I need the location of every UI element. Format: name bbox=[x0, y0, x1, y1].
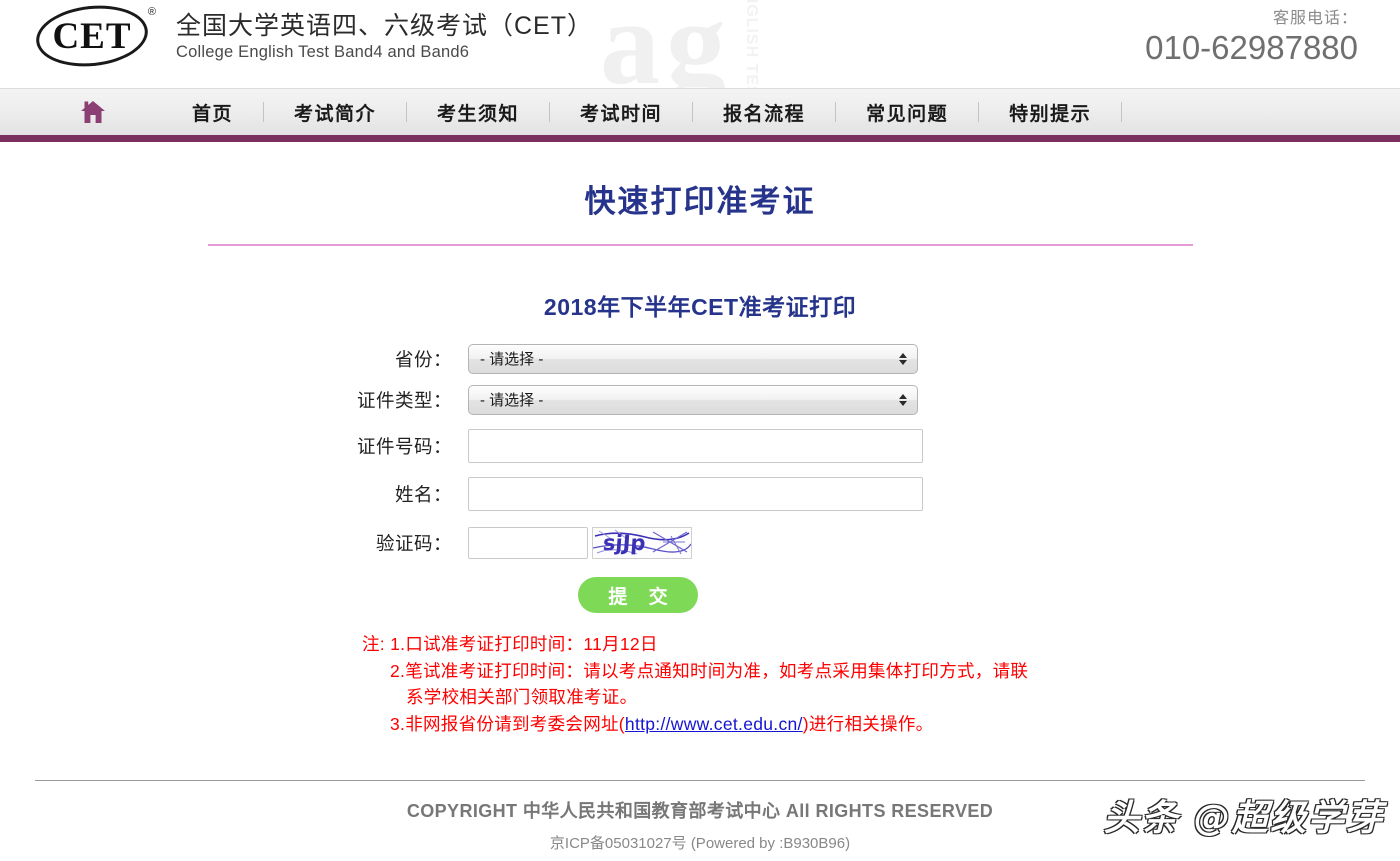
captcha-text: sjJp bbox=[602, 531, 647, 555]
id-type-label: 证件类型： bbox=[356, 390, 452, 411]
admission-ticket-form: 省份： - 请选择 - 证件类型： - 请选择 - 证件号码： 姓名： 验证码：… bbox=[0, 344, 1400, 613]
id-type-control: - 请选择 - bbox=[468, 385, 918, 415]
nav-item-faq[interactable]: 常见问题 bbox=[836, 99, 978, 126]
nav-accent-bar bbox=[0, 135, 1400, 142]
cet-logo: CET ® bbox=[33, 0, 158, 72]
province-label: 省份： bbox=[394, 349, 452, 370]
site-title-cn: 全国大学英语四、六级考试（CET） bbox=[176, 11, 594, 40]
logo-text: CET bbox=[52, 15, 132, 57]
form-row-name: 姓名： bbox=[0, 477, 1400, 511]
image-watermark: 头条 @超级学芽 bbox=[1103, 798, 1384, 839]
home-icon[interactable] bbox=[78, 97, 108, 127]
header-background-watermark: ag ENGLISH TEST bbox=[600, 0, 1160, 88]
cet-website-link[interactable]: http://www.cet.edu.cn/ bbox=[625, 714, 803, 734]
province-control: - 请选择 - bbox=[468, 344, 918, 374]
submit-spacer bbox=[0, 577, 468, 613]
nav-item-registration-process[interactable]: 报名流程 bbox=[693, 99, 835, 126]
main-navigation: 首页 考试简介 考生须知 考试时间 报名流程 常见问题 特别提示 bbox=[0, 88, 1400, 135]
captcha-input[interactable] bbox=[468, 527, 588, 559]
note-line-3: 3.非网报省份请到考委会网址(http://www.cet.edu.cn/)进行… bbox=[362, 711, 1400, 738]
captcha-control: sjJp bbox=[468, 527, 692, 559]
nav-item-special-tips[interactable]: 特别提示 bbox=[979, 99, 1121, 126]
title-divider bbox=[207, 244, 1193, 246]
note-line-3-prefix: 3.非网报省份请到考委会网址( bbox=[390, 713, 625, 734]
notes-block: 注: 1.口试准考证打印时间：11月12日 2.笔试准考证打印时间：请以考点通知… bbox=[0, 631, 1400, 737]
site-header: ag ENGLISH TEST CET ® 全国大学英语四、六级考试（CET） … bbox=[0, 0, 1400, 88]
id-number-input[interactable] bbox=[468, 429, 923, 463]
form-row-submit: 提 交 bbox=[0, 577, 1400, 613]
nav-item-candidate-notice[interactable]: 考生须知 bbox=[407, 99, 549, 126]
brand-block: CET ® 全国大学英语四、六级考试（CET） College English … bbox=[33, 0, 593, 72]
name-input[interactable] bbox=[468, 477, 923, 511]
footer-divider bbox=[35, 780, 1365, 781]
brand-titles: 全国大学英语四、六级考试（CET） College English Test B… bbox=[176, 12, 593, 63]
id-number-label: 证件号码： bbox=[356, 436, 452, 457]
note-line-2b: 系学校相关部门领取准考证。 bbox=[406, 687, 638, 708]
site-title-en: College English Test Band4 and Band6 bbox=[176, 43, 470, 62]
customer-service-block: 客服电话： 010-62987880 bbox=[1145, 4, 1358, 67]
form-row-province: 省份： - 请选择 - bbox=[0, 344, 1400, 374]
id-number-control bbox=[468, 429, 923, 463]
note-line-3-suffix: )进行相关操作。 bbox=[802, 713, 934, 734]
captcha-label: 验证码： bbox=[375, 533, 452, 554]
nav-item-exam-intro[interactable]: 考试简介 bbox=[264, 99, 406, 126]
name-label: 姓名： bbox=[394, 484, 452, 505]
page-title: 快速打印准考证 bbox=[584, 184, 816, 219]
captcha-image[interactable]: sjJp bbox=[592, 527, 692, 559]
note-line-1: 注: 1.口试准考证打印时间：11月12日 bbox=[362, 634, 658, 654]
form-heading: 2018年下半年CET准考证打印 bbox=[543, 294, 857, 320]
registered-mark-icon: ® bbox=[147, 6, 156, 18]
name-control bbox=[468, 477, 923, 511]
form-row-id-type: 证件类型： - 请选择 - bbox=[0, 385, 1400, 415]
note-line-2: 2.笔试准考证打印时间：请以考点通知时间为准，如考点采用集体打印方式，请联 bbox=[390, 660, 1029, 681]
submit-button[interactable]: 提 交 bbox=[578, 577, 698, 613]
header-watermark-rotated-text: ENGLISH TEST bbox=[743, 0, 760, 88]
service-phone-label: 客服电话： bbox=[1272, 10, 1358, 27]
form-row-captcha: 验证码： sjJp bbox=[0, 527, 1400, 559]
site-footer: COPYRIGHT 中华人民共和国教育部考试中心 All RIGHTS RESE… bbox=[0, 780, 1400, 861]
form-row-id-number: 证件号码： bbox=[0, 429, 1400, 463]
nav-item-home[interactable]: 首页 bbox=[162, 99, 263, 126]
nav-item-exam-time[interactable]: 考试时间 bbox=[550, 99, 692, 126]
service-phone-number: 010-62987880 bbox=[1145, 29, 1358, 66]
id-type-select[interactable]: - 请选择 - bbox=[468, 385, 918, 415]
main-content: 快速打印准考证 2018年下半年CET准考证打印 省份： - 请选择 - 证件类… bbox=[0, 142, 1400, 737]
nav-separator bbox=[1121, 102, 1123, 122]
province-select[interactable]: - 请选择 - bbox=[468, 344, 918, 374]
